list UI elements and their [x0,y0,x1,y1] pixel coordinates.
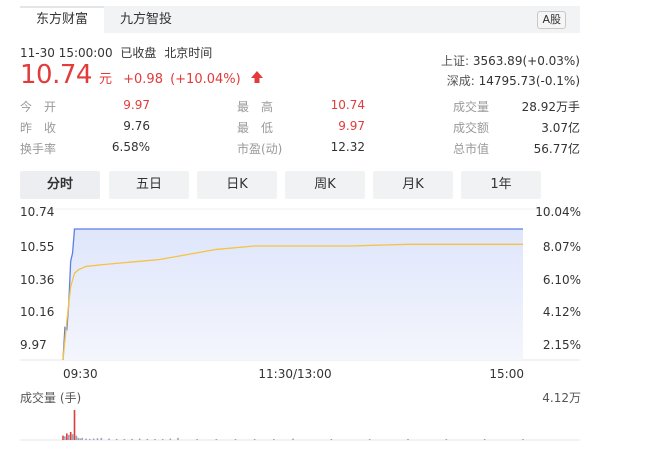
volume-bar [96,438,99,440]
y-tick-right: 8.07% [543,240,581,254]
volume-bar [64,436,66,440]
price-change: +0.98 [123,72,163,87]
stat-value: 9.76 [123,119,150,133]
volume-bar [161,439,164,440]
y-tick-left: 10.16 [20,305,54,319]
volume-bar [273,439,275,440]
volume-bar [85,438,87,440]
stat-label: 换手率 [20,142,57,156]
period-button[interactable]: 日K [197,171,277,199]
stat-value: 9.97 [338,119,365,133]
volume-bar [73,410,76,440]
volume-bar [196,439,198,440]
stat-label: 市盈(动) [237,142,283,156]
price-area [63,229,523,360]
y-tick-left: 9.97 [20,338,47,352]
stat-value: 6.58% [111,140,150,154]
price-line: 10.74 元 +0.98 (+10.04%) [20,60,264,94]
volume-bar [75,435,78,440]
volume-bar [115,438,118,440]
volume-bar [79,438,82,440]
stat-label: 昨 收 [20,121,57,135]
quote-timestamp-line: 11-30 15:00:00 已收盘 北京时间 [20,44,212,61]
volume-bar [368,439,371,440]
volume-bar [62,435,64,440]
index-shenzhen[interactable]: 深成: 14795.73(-0.1%) [447,72,580,89]
tab-eastmoney[interactable]: 东方财富 [20,6,104,33]
volume-bar [177,437,179,440]
volume-bar [234,439,237,440]
volume-bar [66,433,68,440]
y-tick-left: 10.55 [20,240,54,254]
x-tick: 11:30/13:00 [258,367,331,381]
x-tick: 09:30 [63,367,98,381]
price-unit: 元 [99,72,113,87]
volume-bar [69,431,72,440]
current-price: 10.74 [20,60,92,90]
intraday-chart: 10.74 10.55 10.36 10.16 9.97 10.04% 8.07% 6.10%… [20,205,581,441]
period-button[interactable]: 周K [285,171,365,199]
volume-bar [77,437,80,440]
index-shanghai-label: 上证: [440,54,469,68]
stat-value: 56.77亿 [533,142,580,156]
volume-bar [100,437,103,440]
stat-label: 最 高 [237,100,274,114]
volume-bar [138,438,141,440]
y-tick-left: 10.36 [20,273,54,287]
volume-bar [92,438,95,440]
volume-bar [169,438,172,440]
y-tick-left: 10.74 [20,205,54,219]
period-button[interactable]: 1年 [461,171,541,199]
volume-bar [253,439,256,440]
volume-bar [71,434,74,440]
stat-value: 9.97 [123,98,150,112]
stat-label: 今 开 [20,100,57,114]
market-badge[interactable]: A股 [537,11,566,29]
stat-label: 成交额 [453,121,490,135]
volume-bar [407,439,409,440]
stat-value: 28.92万手 [521,100,580,114]
index-shenzhen-label: 深成: [446,74,475,88]
volume-max-label: 4.12万 [542,391,581,405]
stat-label: 总市值 [453,142,490,156]
index-shanghai[interactable]: 上证: 3563.89(+0.03%) [441,52,580,69]
stat-label: 最 低 [237,121,274,135]
quote-timezone: 北京时间 [164,46,213,60]
volume-bar [131,438,133,440]
volume-bar [445,439,448,440]
x-tick: 15:00 [489,367,524,381]
period-button[interactable]: 分时 [20,171,100,199]
y-tick-right: 4.12% [543,305,581,319]
volume-bar [292,438,294,440]
y-tick-right: 6.10% [543,273,581,287]
volume-bar [215,439,218,440]
arrow-up-icon [250,71,263,83]
y-tick-right: 2.15% [543,338,581,352]
volume-bar [123,439,126,440]
stat-value: 10.74 [330,98,365,112]
stat-label: 成交量 [453,100,490,114]
volume-bar [67,434,70,440]
y-tick-right: 10.04% [535,205,581,219]
volume-label: 成交量 (手) [20,390,81,405]
period-button[interactable]: 五日 [109,171,189,199]
volume-bar [89,438,91,440]
index-shenzhen-value: 14795.73(-0.1%) [478,74,580,88]
volume-bar [330,439,333,440]
quote-status: 已收盘 [120,46,157,60]
period-button[interactable]: 月K [373,171,453,199]
volume-bar [483,439,486,440]
source-tab-bar: 东方财富 九方智投 A股 [20,6,580,33]
tab-jiufang[interactable]: 九方智投 [104,6,188,33]
stat-value: 3.07亿 [541,121,580,135]
volume-bar [146,438,149,440]
index-shanghai-value: 3563.89(+0.03%) [472,54,580,68]
volume-bar [81,437,83,440]
volume-bar [154,439,156,440]
volume-bar [522,439,524,440]
stat-value: 12.32 [330,140,365,154]
quote-timestamp: 11-30 15:00:00 [20,46,113,60]
price-change-pct: (+10.04%) [170,72,241,87]
volume-bar [108,438,110,440]
